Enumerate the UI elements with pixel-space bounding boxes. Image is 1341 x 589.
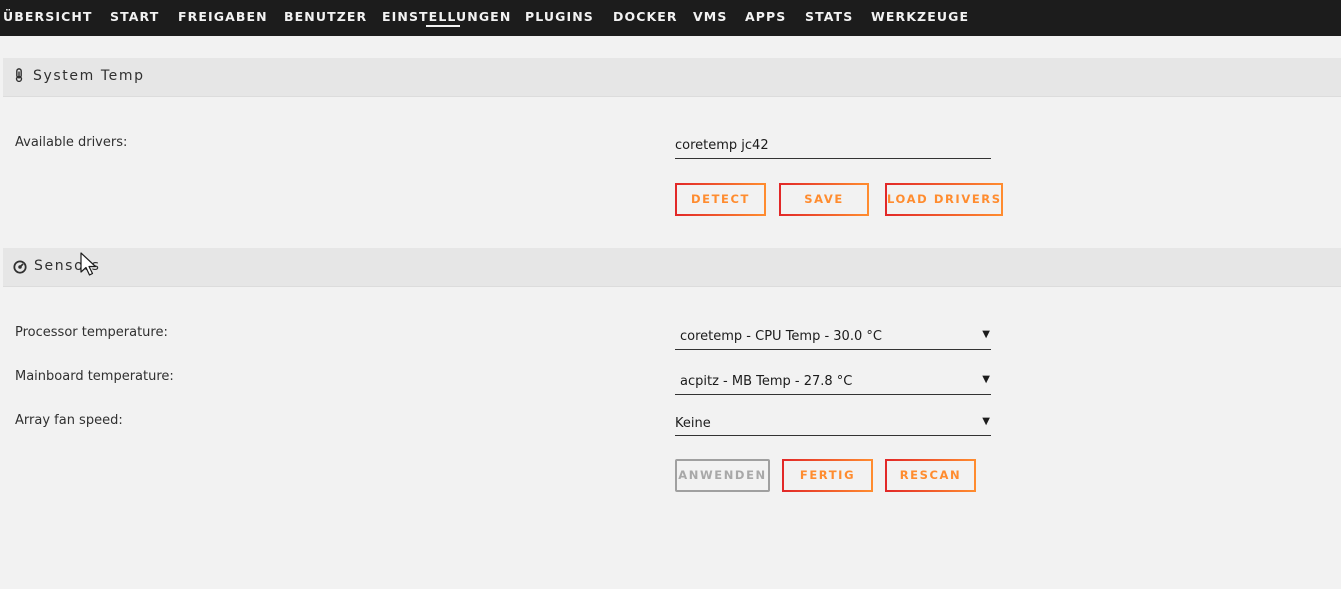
top-navigation: ÜBERSICHT START FREIGABEN BENUTZER EINST… — [0, 0, 1341, 36]
mainboard-temperature-label: Mainboard temperature: — [15, 369, 174, 384]
nav-item-plugins[interactable]: PLUGINS — [525, 9, 594, 24]
mainboard-temperature-select[interactable]: acpitz - MB Temp - 27.8 °C ▼ — [675, 370, 991, 395]
detect-button[interactable]: DETECT — [675, 183, 766, 216]
available-drivers-label: Available drivers: — [15, 135, 128, 150]
available-drivers-field: coretemp jc42 — [675, 134, 991, 159]
processor-temperature-label: Processor temperature: — [15, 325, 168, 340]
nav-item-apps[interactable]: APPS — [745, 9, 786, 24]
available-drivers-value: coretemp jc42 — [675, 138, 769, 153]
nav-item-start[interactable]: START — [110, 9, 159, 24]
thermometer-icon — [15, 68, 23, 82]
processor-temperature-value: coretemp - CPU Temp - 30.0 °C — [680, 329, 882, 344]
done-button[interactable]: FERTIG — [782, 459, 873, 492]
apply-button[interactable]: ANWENDEN — [675, 459, 770, 492]
gauge-icon — [13, 260, 27, 274]
system-temp-title: System Temp — [33, 68, 145, 84]
nav-item-uebersicht[interactable]: ÜBERSICHT — [3, 9, 93, 24]
nav-item-vms[interactable]: VMS — [693, 9, 727, 24]
nav-item-werkzeuge[interactable]: WERKZEUGE — [871, 9, 969, 24]
save-button[interactable]: SAVE — [779, 183, 869, 216]
array-fan-speed-value: Keine — [675, 416, 711, 431]
array-fan-speed-select[interactable]: Keine ▼ — [675, 414, 991, 436]
sensors-header: Sensors — [3, 248, 1341, 287]
processor-temperature-select[interactable]: coretemp - CPU Temp - 30.0 °C ▼ — [675, 325, 991, 350]
nav-item-benutzer[interactable]: BENUTZER — [284, 9, 367, 24]
rescan-button[interactable]: RESCAN — [885, 459, 976, 492]
mouse-cursor-icon — [80, 252, 97, 276]
nav-item-freigaben[interactable]: FREIGABEN — [178, 9, 268, 24]
nav-item-stats[interactable]: STATS — [805, 9, 853, 24]
mainboard-temperature-value: acpitz - MB Temp - 27.8 °C — [680, 374, 853, 389]
nav-item-einstellungen[interactable]: EINSTELLUNGEN — [382, 9, 511, 24]
chevron-down-icon: ▼ — [982, 416, 990, 427]
system-temp-header: System Temp — [3, 58, 1341, 97]
chevron-down-icon: ▼ — [982, 329, 990, 340]
chevron-down-icon: ▼ — [982, 374, 990, 385]
array-fan-speed-label: Array fan speed: — [15, 413, 123, 428]
nav-item-docker[interactable]: DOCKER — [613, 9, 678, 24]
load-drivers-button[interactable]: LOAD DRIVERS — [885, 183, 1003, 216]
active-tab-indicator — [426, 25, 460, 27]
